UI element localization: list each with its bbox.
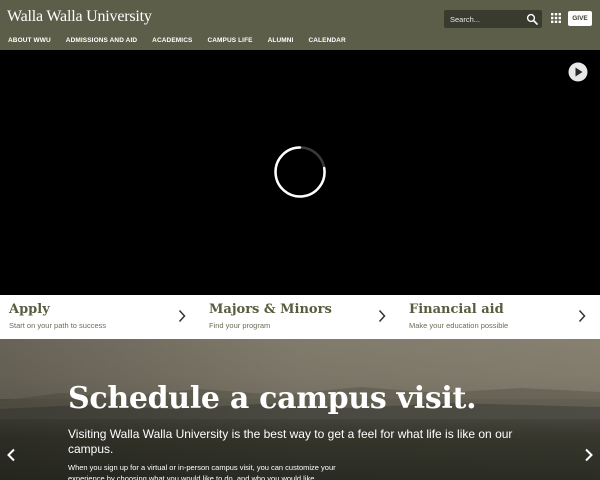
chevron-right-icon xyxy=(378,309,386,323)
quick-links: Apply Start on your path to success Majo… xyxy=(0,295,600,339)
arrow-left-icon[interactable] xyxy=(6,448,16,462)
search-box xyxy=(444,10,542,28)
nav-item-academics[interactable]: ACADEMICS xyxy=(152,37,192,44)
play-icon[interactable] xyxy=(568,62,588,82)
loading-spinner-icon xyxy=(274,146,326,198)
quicklink-subtitle: Find your program xyxy=(209,321,271,330)
quicklink-title: Apply xyxy=(9,302,50,317)
quicklink-subtitle: Make your education possible xyxy=(409,321,509,330)
nav-item-campus-life[interactable]: CAMPUS LIFE xyxy=(207,37,252,44)
nav-item-alumni[interactable]: ALUMNI xyxy=(268,37,294,44)
quicklink-financial-aid[interactable]: Financial aid Make your education possib… xyxy=(400,295,600,339)
nav-item-calendar[interactable]: CALENDAR xyxy=(308,37,345,44)
hero-lead-text: Visiting Walla Walla University is the b… xyxy=(68,427,513,456)
arrow-right-icon[interactable] xyxy=(584,448,594,462)
hero-title: Schedule a campus visit. xyxy=(68,381,477,416)
nav-item-about[interactable]: ABOUT WWU xyxy=(8,37,51,44)
nav-item-admissions[interactable]: ADMISSIONS AND AID xyxy=(66,37,137,44)
main-nav: ABOUT WWU ADMISSIONS AND AID ACADEMICS C… xyxy=(8,37,361,44)
give-button[interactable]: GIVE xyxy=(568,11,592,26)
quicklink-majors[interactable]: Majors & Minors Find your program xyxy=(200,295,400,339)
quicklink-title: Majors & Minors xyxy=(209,302,332,317)
search-input[interactable] xyxy=(450,12,524,26)
hero-video[interactable] xyxy=(0,50,600,295)
site-logo[interactable]: Walla Walla University xyxy=(7,8,152,26)
hero-body-text: When you sign up for a virtual or in-per… xyxy=(68,463,336,480)
chevron-right-icon xyxy=(178,309,186,323)
search-icon[interactable] xyxy=(526,13,538,25)
quicklink-subtitle: Start on your path to success xyxy=(9,321,107,330)
chevron-right-icon xyxy=(578,309,586,323)
apps-grid-icon[interactable] xyxy=(550,12,562,24)
quicklink-title: Financial aid xyxy=(409,302,504,317)
campus-visit-hero: Schedule a campus visit. Visiting Walla … xyxy=(0,339,600,480)
site-header: Walla Walla University GIVE ABOUT WWU AD… xyxy=(0,0,600,50)
quicklink-apply[interactable]: Apply Start on your path to success xyxy=(0,295,200,339)
